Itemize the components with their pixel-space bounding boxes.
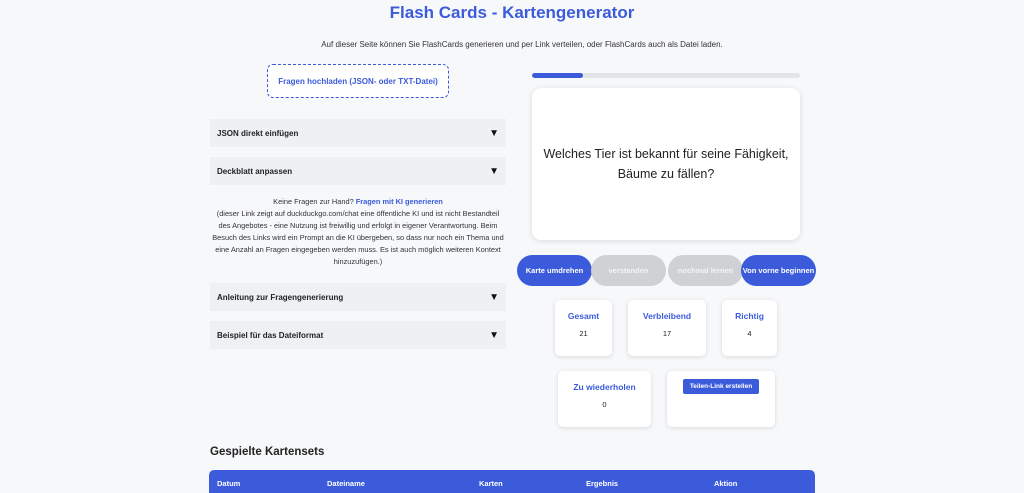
flip-card-button[interactable]: Karte umdrehen [517, 255, 592, 286]
stat-correct: Richtig 4 [722, 300, 777, 356]
relearn-button[interactable]: nochmal lernen [668, 255, 743, 286]
chevron-down-icon: ▼ [489, 291, 499, 303]
stat-label: Richtig [735, 311, 764, 321]
accordion-label: Anleitung zur Fragengenerierung [217, 292, 344, 302]
accordion-label: JSON direkt einfügen [217, 128, 299, 138]
stat-remaining: Verbleibend 17 [628, 300, 706, 356]
column-header-action: Aktion [714, 479, 738, 488]
ai-info-prefix: Keine Fragen zur Hand? [273, 197, 356, 206]
create-share-link-button[interactable]: Teilen-Link erstellen [682, 379, 760, 394]
accordion-file-format-example[interactable]: Beispiel für das Dateiformat ▼ [210, 321, 506, 349]
share-panel: Teilen-Link erstellen [667, 371, 775, 427]
column-header-cards: Karten [479, 479, 503, 488]
column-header-result: Ergebnis [586, 479, 619, 488]
accordion-generation-guide[interactable]: Anleitung zur Fragengenerierung ▼ [210, 283, 506, 311]
card-question: Welches Tier ist bekannt für seine Fähig… [543, 147, 789, 181]
accordion-label: Deckblatt anpassen [217, 166, 293, 176]
ai-generate-link[interactable]: Fragen mit KI generieren [356, 197, 443, 206]
stat-value: 4 [747, 329, 752, 338]
understood-button[interactable]: verstanden [591, 255, 666, 286]
ai-info-text: Keine Fragen zur Hand? Fragen mit KI gen… [210, 196, 506, 268]
chevron-down-icon: ▼ [489, 329, 499, 341]
accordion-json-paste[interactable]: JSON direkt einfügen ▼ [210, 119, 506, 147]
progress-bar [532, 73, 800, 78]
ai-info-disclaimer: (dieser Link zeigt auf duckduckgo.com/ch… [212, 209, 504, 266]
stat-to-repeat: Zu wiederholen 0 [558, 371, 651, 427]
column-header-filename: Dateiname [327, 479, 365, 488]
restart-button[interactable]: Von vorne beginnen [741, 255, 816, 286]
stat-total: Gesamt 21 [555, 300, 612, 356]
played-sets-heading: Gespielte Kartensets [210, 446, 325, 458]
stat-value: 0 [602, 400, 607, 409]
accordion-label: Beispiel für das Dateiformat [217, 330, 324, 340]
upload-questions-button[interactable]: Fragen hochladen (JSON- oder TXT-Datei) [267, 64, 449, 98]
intro-text: Auf dieser Seite können Sie FlashCards g… [321, 40, 723, 49]
progress-fill [532, 73, 583, 78]
stat-label: Verbleibend [642, 311, 692, 321]
accordion-cover-page[interactable]: Deckblatt anpassen ▼ [210, 157, 506, 185]
page-title: Flash Cards - Kartengenerator [389, 3, 635, 22]
flash-card[interactable]: Welches Tier ist bekannt für seine Fähig… [532, 88, 800, 240]
column-header-date: Datum [217, 479, 241, 488]
chevron-down-icon: ▼ [489, 127, 499, 139]
chevron-down-icon: ▼ [489, 165, 499, 177]
stat-label: Zu wiederholen [573, 382, 636, 392]
played-sets-table-header: Datum Dateiname Karten Ergebnis Aktion [209, 470, 815, 493]
stat-value: 21 [579, 329, 588, 338]
stat-value: 17 [662, 329, 672, 338]
stat-label: Gesamt [567, 311, 600, 321]
